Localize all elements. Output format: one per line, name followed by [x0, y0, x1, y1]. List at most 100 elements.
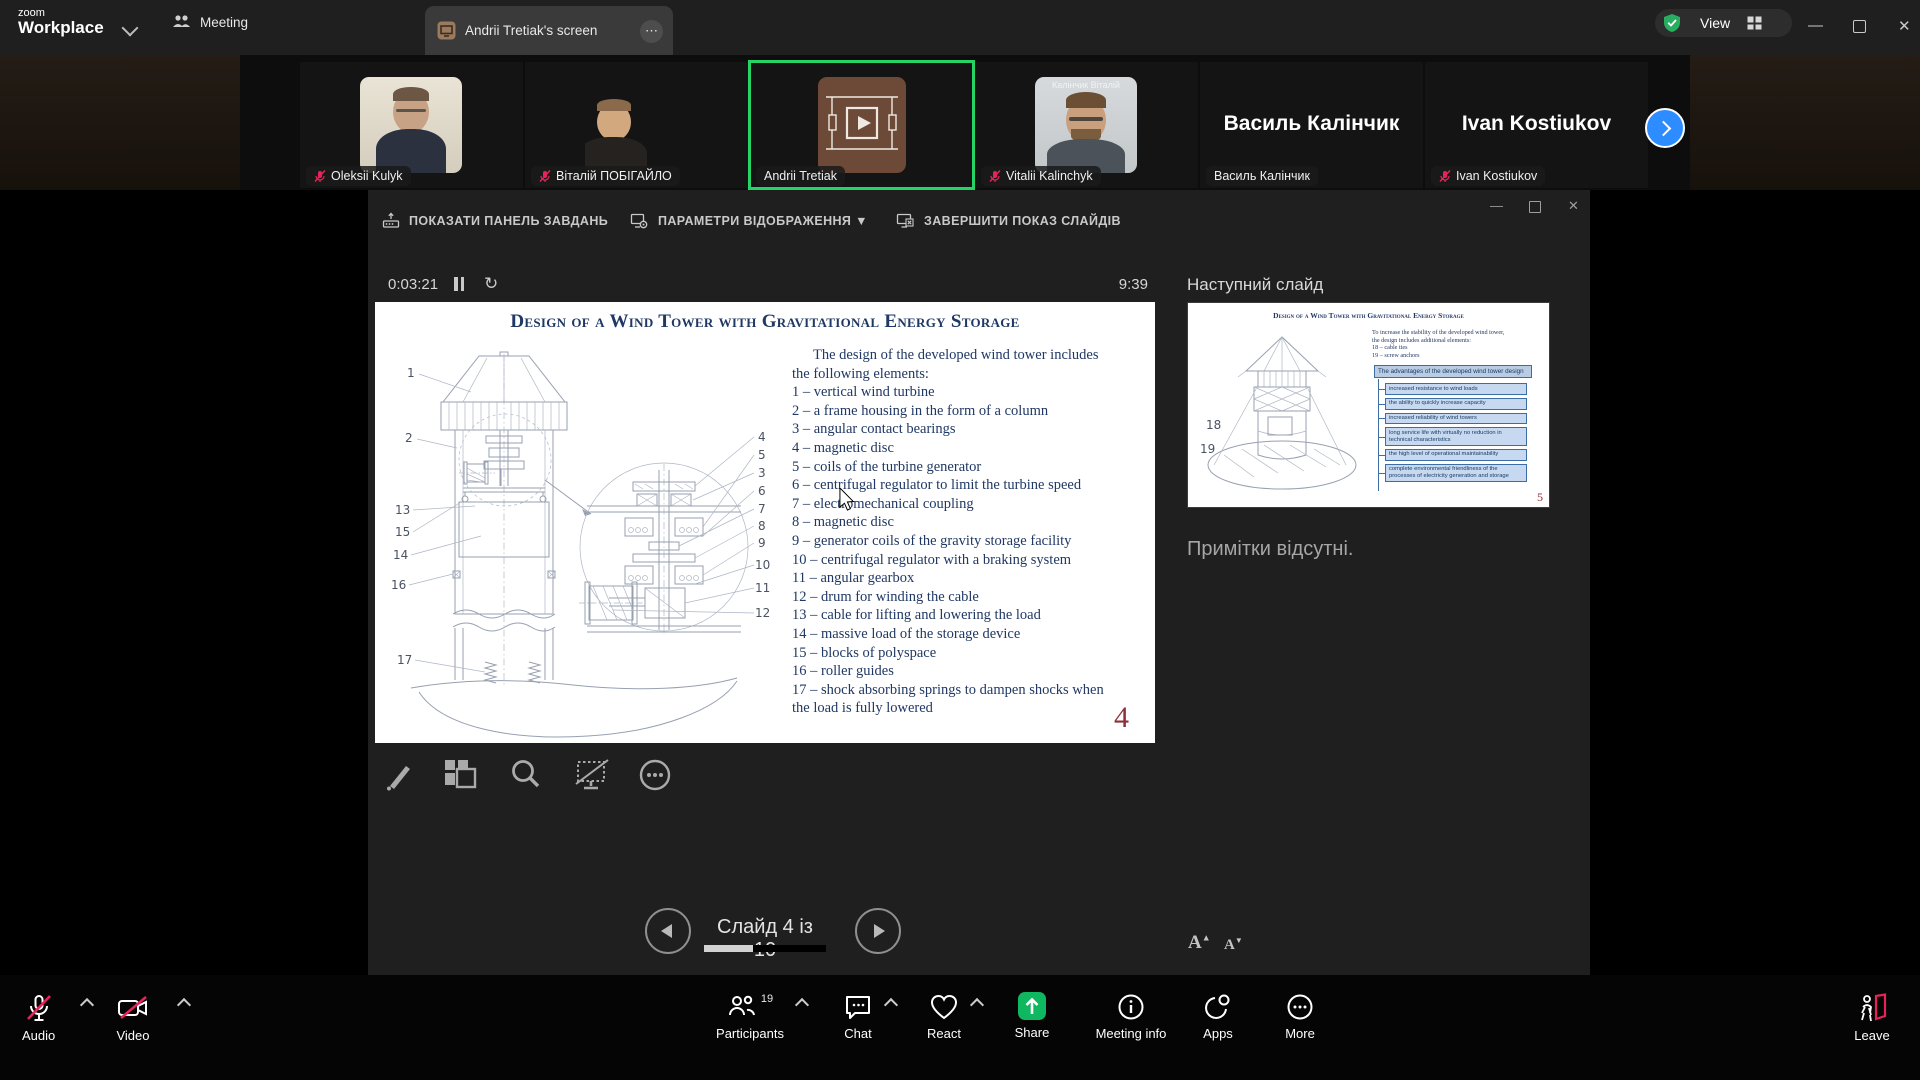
participant-name: Василь Калінчик [1214, 169, 1310, 183]
screen-share-icon [437, 21, 456, 40]
window-minimize-button[interactable]: — [1808, 18, 1823, 33]
audio-options-chevron[interactable] [80, 998, 94, 1012]
more-label: More [1285, 1026, 1315, 1041]
slide-intro-line1: The design of the developed wind tower i… [792, 346, 1114, 365]
figure-callout: 3 [758, 466, 766, 480]
participant-tile-oleksii-kulyk[interactable]: Oleksii Kulyk [300, 62, 523, 188]
restart-timer-button[interactable]: ↻ [484, 274, 498, 294]
leave-button[interactable]: Leave [1846, 993, 1898, 1043]
slide-progress-bar [704, 945, 826, 952]
show-taskbar-label: ПОКАЗАТИ ПАНЕЛЬ ЗАВДАНЬ [409, 214, 608, 228]
slide-items-list: 1 – vertical wind turbine2 – a frame hou… [792, 383, 1114, 718]
gallery-grid-icon [1747, 16, 1762, 30]
display-settings-label: ПАРАМЕТРИ ВІДОБРАЖЕННЯ ▼ [658, 214, 868, 228]
participant-tile-ivan-kostiukov[interactable]: Ivan Kostiukov Ivan Kostiukov [1425, 62, 1648, 188]
list-item: increased resistance to wind loads [1385, 383, 1527, 395]
apps-icon [1203, 993, 1233, 1021]
current-slide: Design of a Wind Tower with Gravitationa… [375, 302, 1155, 743]
pen-tool-icon[interactable] [380, 757, 416, 793]
black-screen-icon[interactable] [573, 757, 613, 793]
next-slide-number: 5 [1537, 490, 1543, 505]
list-item: 4 – magnetic disc [792, 439, 1114, 458]
participant-name-chip: Vitalii Kalinchyk [981, 166, 1101, 186]
figure-callout: 11 [755, 581, 770, 595]
video-button[interactable]: Video [116, 993, 150, 1043]
audio-button[interactable]: Audio [22, 993, 55, 1043]
chat-options-chevron[interactable] [884, 998, 898, 1012]
list-item: 17 – shock absorbing springs to dampen s… [792, 681, 1114, 718]
participant-tile-vitalii-pobihailo[interactable]: Віталій ПОБІГАЙЛО [525, 62, 748, 188]
pause-timer-button[interactable] [454, 277, 466, 291]
more-button[interactable]: More [1274, 993, 1326, 1041]
tab-meeting[interactable]: Meeting [172, 14, 248, 30]
list-item: the high level of operational maintainab… [1385, 449, 1527, 461]
react-options-chevron[interactable] [970, 998, 984, 1012]
presentation-timer: 0:03:21 [388, 276, 438, 293]
ppt-close-button[interactable]: ✕ [1568, 198, 1579, 214]
mic-muted-icon [24, 993, 54, 1023]
participant-video [360, 77, 462, 173]
window-restore-button[interactable] [1853, 20, 1866, 33]
app-titlebar: zoom Workplace Meeting Andrii Tretiak's … [0, 0, 1920, 55]
end-slideshow-button[interactable]: ЗАВЕРШИТИ ПОКАЗ СЛАЙДІВ [896, 212, 1121, 230]
react-button[interactable]: React [916, 993, 972, 1041]
list-item: 16 – roller guides [792, 662, 1114, 681]
meeting-toolbar: Audio Video 19 Participants Chat [0, 975, 1920, 1080]
ppt-restore-button[interactable] [1529, 201, 1541, 213]
video-strip: Oleksii Kulyk Віталій ПОБІГАЙЛО [0, 55, 1920, 190]
font-bigger-label: A [1188, 932, 1202, 953]
decrease-notes-font-button[interactable]: A▼ [1224, 936, 1243, 954]
share-button[interactable]: Share [1006, 992, 1058, 1040]
participants-button[interactable]: 19 Participants [710, 993, 790, 1041]
next-slide-drawing: 18 19 [1194, 327, 1372, 499]
next-participants-page-button[interactable] [1645, 108, 1685, 148]
triangle-up-icon: ▲ [1202, 933, 1211, 943]
tab-shared-screen[interactable]: Andrii Tretiak's screen ⋯ [425, 6, 673, 55]
more-slideshow-options-icon[interactable] [637, 757, 673, 793]
camera-off-icon [116, 993, 150, 1023]
previous-slide-button[interactable] [645, 908, 691, 954]
leave-door-icon [1856, 993, 1888, 1023]
list-item: 13 – cable for lifting and lowering the … [792, 606, 1114, 625]
list-item: 2 – a frame housing in the form of a col… [792, 402, 1114, 421]
chevron-right-icon [1656, 120, 1672, 136]
view-control[interactable]: View [1655, 9, 1792, 37]
chat-button[interactable]: Chat [830, 993, 886, 1041]
taskbar-icon [382, 212, 400, 230]
display-settings-button[interactable]: ПАРАМЕТРИ ВІДОБРАЖЕННЯ ▼ [630, 212, 868, 230]
meeting-info-button[interactable]: Meeting info [1086, 993, 1176, 1041]
figure-callout: 10 [755, 558, 770, 572]
share-screen-icon [1018, 992, 1046, 1020]
figure-callout: 8 [758, 519, 766, 533]
font-smaller-label: A [1224, 937, 1235, 953]
workspace-chevron-down-icon[interactable] [122, 20, 139, 37]
see-all-slides-icon[interactable] [442, 757, 480, 793]
zoom-meeting-window: { "titlebar": { "logo_line1": "zoom", "l… [0, 0, 1920, 1080]
triangle-down-icon: ▼ [1235, 936, 1243, 945]
increase-notes-font-button[interactable]: A▲ [1188, 932, 1211, 954]
participant-tile-vitalii-kalinchyk[interactable]: Калінчик Віталій Vitalii Kalinchyk [975, 62, 1198, 188]
apps-button[interactable]: Apps [1192, 993, 1244, 1041]
shared-screen-preview [818, 77, 906, 173]
strip-right-shade [1690, 55, 1920, 190]
zoom-workplace-logo: zoom Workplace [18, 8, 104, 37]
tab-more-options-icon[interactable]: ⋯ [640, 20, 663, 43]
list-item: 8 – magnetic disc [792, 513, 1114, 532]
participant-name-chip: Oleksii Kulyk [306, 166, 411, 186]
zoom-slide-icon[interactable] [508, 757, 544, 793]
security-shield-icon [1662, 13, 1682, 33]
window-close-button[interactable]: ✕ [1898, 19, 1911, 34]
leave-label: Leave [1854, 1028, 1889, 1043]
next-slide-title: Design of a Wind Tower with Gravitationa… [1188, 311, 1549, 320]
figure-callout: 9 [758, 536, 766, 550]
participants-options-chevron[interactable] [795, 998, 809, 1012]
next-slide-button[interactable] [855, 908, 901, 954]
ppt-minimize-button[interactable]: — [1490, 198, 1503, 213]
slide-intro-line2: the following elements: [792, 365, 1114, 384]
meeting-info-label: Meeting info [1096, 1026, 1167, 1041]
video-options-chevron[interactable] [177, 998, 191, 1012]
participant-tile-vasyl-kalinchyk[interactable]: Василь Калінчик Василь Калінчик [1200, 62, 1423, 188]
show-taskbar-button[interactable]: ПОКАЗАТИ ПАНЕЛЬ ЗАВДАНЬ [382, 212, 608, 230]
next-slide-thumbnail[interactable]: Design of a Wind Tower with Gravitationa… [1187, 302, 1550, 508]
participant-tile-andrii-tretiak-sharing[interactable]: Andrii Tretiak [750, 62, 973, 188]
